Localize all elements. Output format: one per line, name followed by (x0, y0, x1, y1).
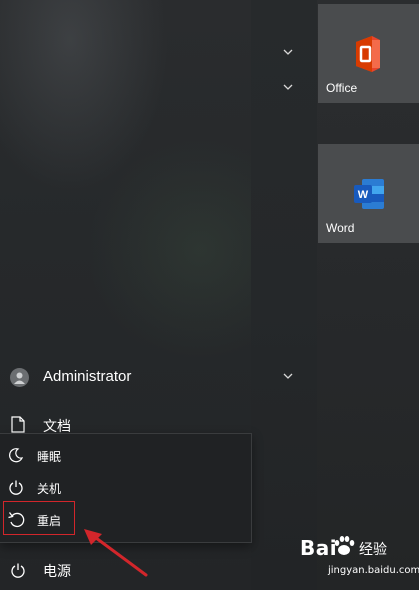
tile-label-office: Office (326, 81, 358, 95)
user-name: Administrator (43, 368, 132, 385)
sleep-moon-icon (9, 448, 24, 463)
power-label: 电源 (43, 563, 71, 579)
shutdown-menu-item[interactable]: 关机 (0, 474, 251, 502)
baidu-jingyan-watermark: Bai 经验 jingyan.baidu.com (300, 530, 419, 586)
power-icon (11, 563, 25, 578)
user-avatar-icon (10, 368, 29, 387)
document-icon (11, 416, 25, 433)
sleep-label: 睡眠 (37, 450, 62, 464)
svg-text:W: W (358, 189, 369, 201)
restart-highlight-box (3, 501, 75, 535)
word-icon: W (354, 179, 384, 209)
tile-label-word: Word (326, 221, 355, 235)
office-tile[interactable]: Office (318, 4, 419, 103)
chevron-down-icon[interactable] (279, 369, 297, 383)
office-icon (356, 36, 380, 72)
power-button[interactable]: 电源 (0, 558, 251, 584)
watermark-jingyan: 经验 (359, 542, 387, 558)
word-tile[interactable]: W Word (318, 144, 419, 243)
baidu-paw-icon (334, 536, 355, 555)
sleep-menu-item[interactable]: 睡眠 (0, 442, 251, 470)
chevron-down-icon[interactable] (279, 80, 297, 94)
shutdown-label: 关机 (37, 482, 62, 496)
user-account-item[interactable]: Administrator (0, 363, 251, 393)
power-icon (9, 480, 23, 495)
chevron-down-icon[interactable] (279, 45, 297, 59)
watermark-url: jingyan.baidu.com (328, 565, 419, 576)
